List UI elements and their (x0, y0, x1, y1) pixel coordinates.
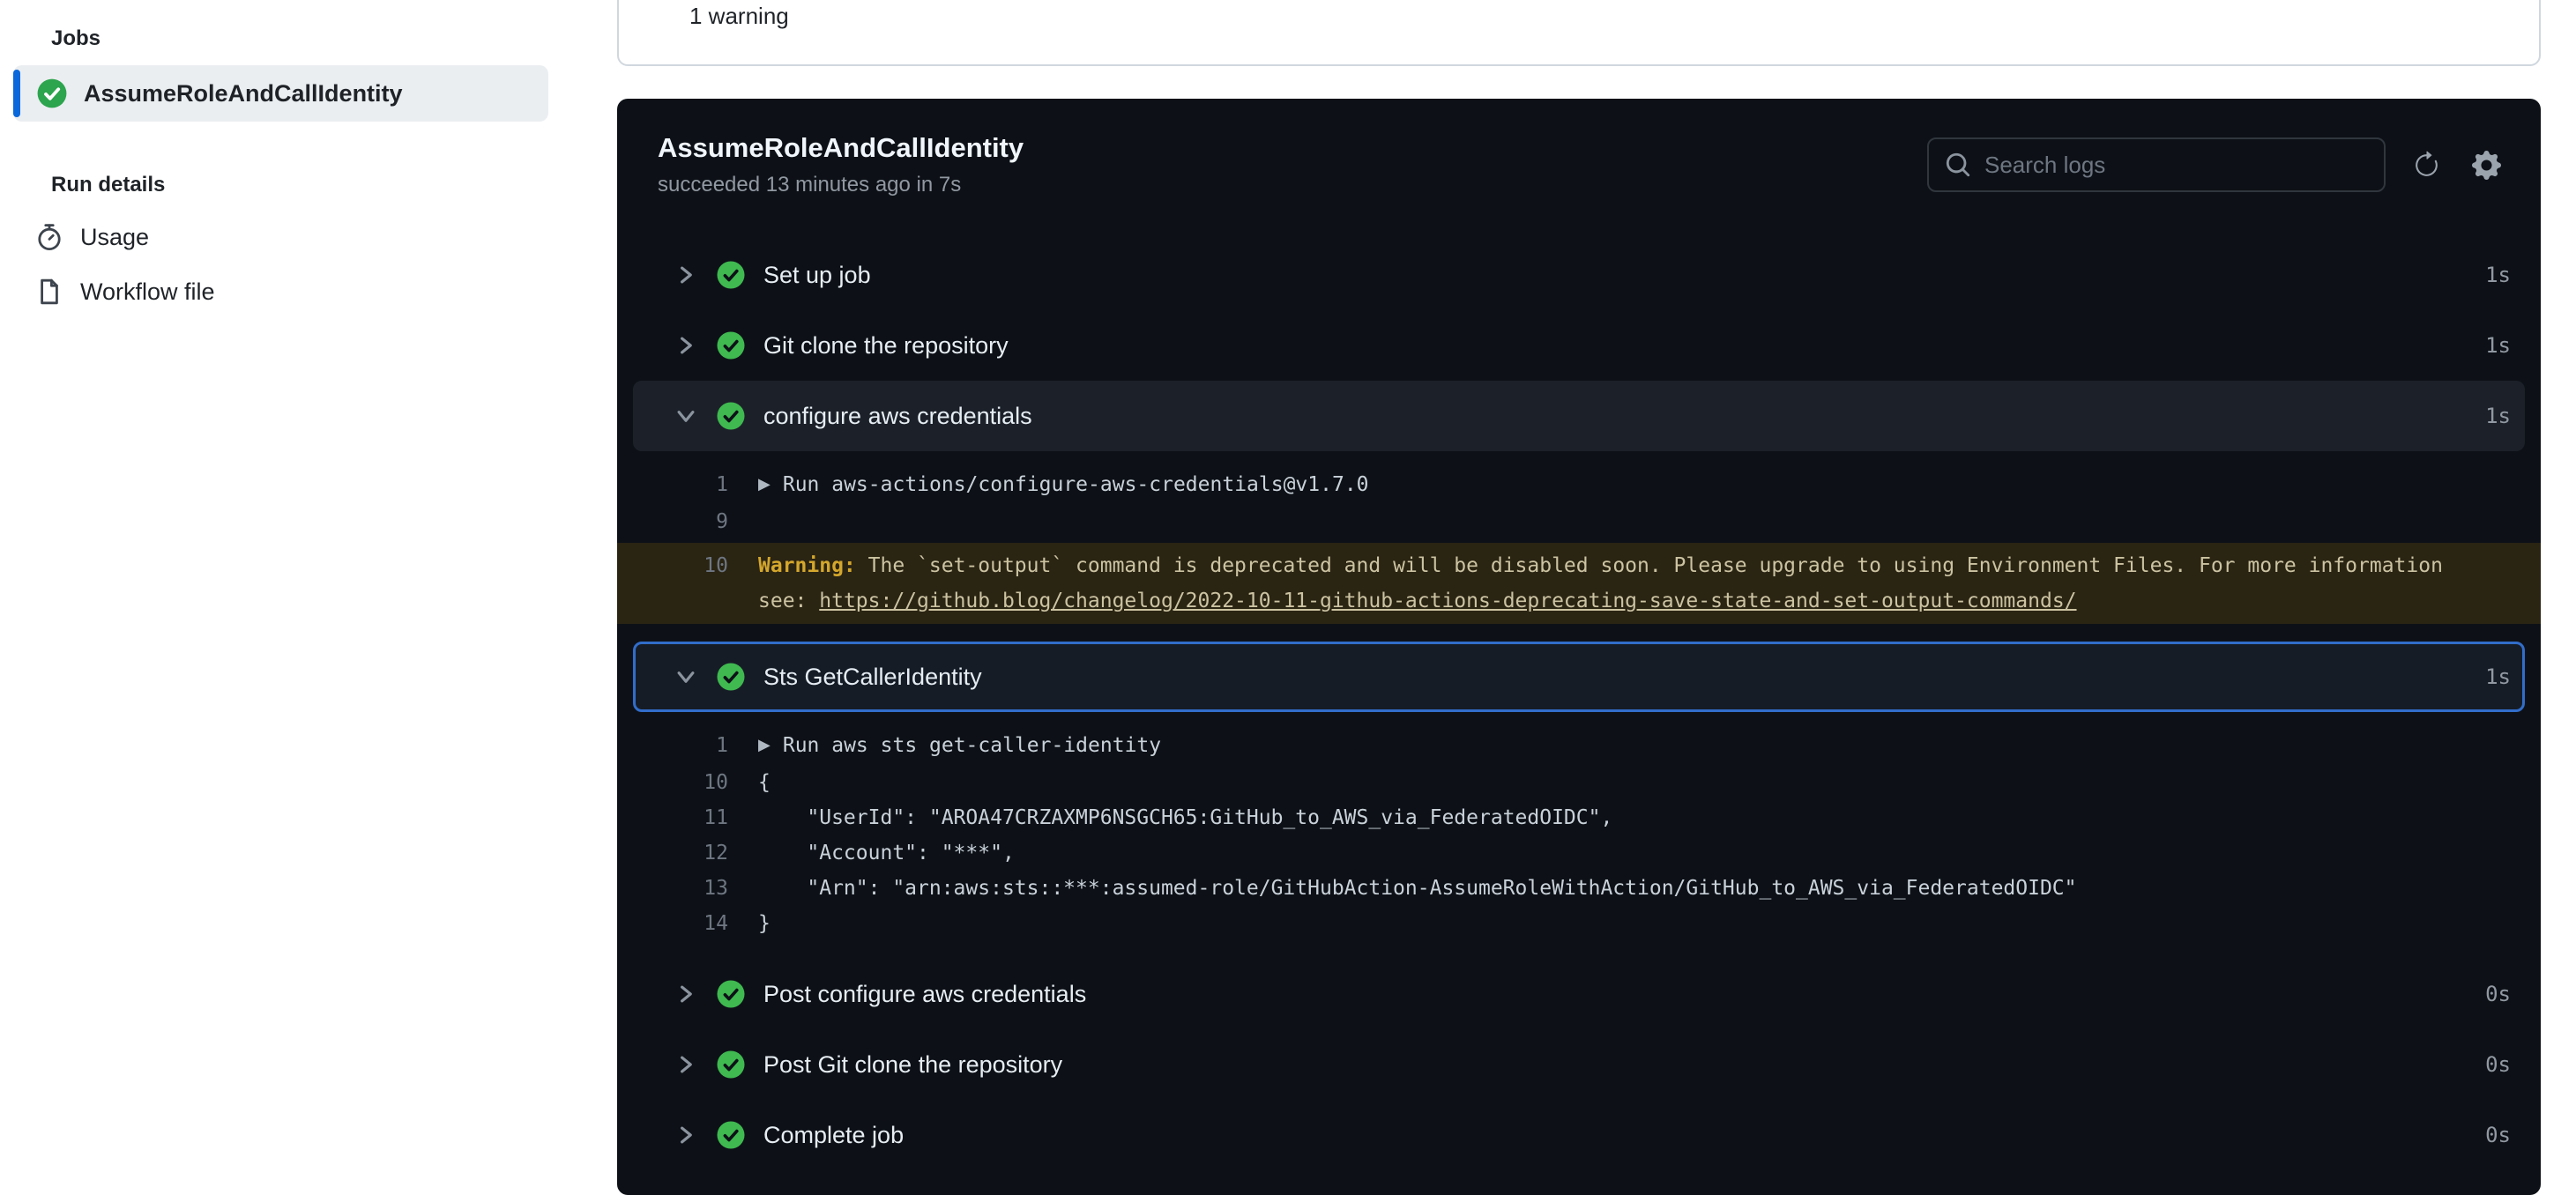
step-row-complete-job[interactable]: Complete job 0s (617, 1100, 2541, 1170)
step-name: Complete job (763, 1121, 905, 1148)
nav-label-usage: Usage (80, 223, 150, 250)
main-content: 1 warning AssumeRoleAndCallIdentity succ… (617, 0, 2541, 1202)
chevron-down-icon (674, 664, 698, 689)
chevron-down-icon (674, 404, 698, 428)
gear-icon (2471, 150, 2501, 180)
step-duration: 0s (2485, 982, 2511, 1006)
log-line-number[interactable]: 11 (617, 800, 728, 835)
annotations-summary-card: 1 warning (617, 0, 2541, 66)
log-line: 12 "Account": "***", (617, 835, 2541, 871)
log-text: } (758, 912, 771, 935)
refresh-logs-button[interactable] (2407, 145, 2446, 184)
warnings-count-label: 1 warning (689, 3, 789, 29)
step-log-output: 1 ▶ Run aws-actions/configure-aws-credenti… (617, 451, 2541, 642)
log-text: "Arn": "arn:aws:sts::***:assumed-role/Gi… (758, 877, 2077, 900)
log-line: 1 ▶ Run aws-actions/configure-aws-credenti… (617, 467, 2541, 504)
step-list: Set up job 1s Git clone the repository 1… (617, 220, 2541, 1170)
chevron-right-icon (674, 1052, 698, 1077)
check-circle-icon (716, 330, 746, 360)
step-duration: 1s (2485, 404, 2511, 428)
step-row-post-git-clone[interactable]: Post Git clone the repository 0s (617, 1029, 2541, 1100)
check-circle-icon (716, 401, 746, 431)
step-row-post-configure-aws-credentials[interactable]: Post configure aws credentials 0s (617, 959, 2541, 1029)
refresh-icon (2415, 151, 2438, 176)
log-line: 1 ▶ Run aws sts get-caller-identity (617, 728, 2541, 765)
log-line-number[interactable]: 1 (617, 728, 728, 765)
step-duration: 0s (2485, 1123, 2511, 1147)
log-line: 10 { (617, 765, 2541, 800)
jobs-section-header: Jobs (51, 26, 101, 50)
job-name: AssumeRoleAndCallIdentity (84, 79, 403, 107)
log-line-number[interactable]: 12 (617, 835, 728, 871)
check-circle-icon (716, 662, 746, 692)
selected-accent-bar (13, 70, 20, 117)
warning-text: Warning: The `set-output` command is dep… (758, 554, 2443, 612)
chevron-right-icon (674, 333, 698, 358)
log-text: ▶ Run aws sts get-caller-identity (758, 734, 1162, 757)
check-circle-icon (716, 1120, 746, 1150)
warning-label: Warning: (758, 554, 856, 577)
step-duration: 1s (2485, 263, 2511, 287)
step-row-sts-getcalleridentity[interactable]: Sts GetCallerIdentity 1s (633, 642, 2525, 712)
log-line: 13 "Arn": "arn:aws:sts::***:assumed-role… (617, 871, 2541, 906)
sidebar-item-usage[interactable]: Usage (0, 210, 582, 264)
log-line-number[interactable]: 10 (617, 765, 728, 800)
sidebar-item-workflow-file[interactable]: Workflow file (0, 264, 582, 319)
search-logs-input[interactable] (1984, 151, 2368, 179)
log-line-number[interactable]: 9 (617, 504, 728, 539)
log-text: ▶ Run aws-actions/configure-aws-credentia… (758, 473, 1369, 496)
log-text: "UserId": "AROA47CRZAXMP6NSGCH65:GitHub_… (758, 806, 1613, 829)
log-line: 11 "UserId": "AROA47CRZAXMP6NSGCH65:GitH… (617, 800, 2541, 835)
log-line-number[interactable]: 1 (617, 467, 728, 504)
chevron-right-icon (674, 982, 698, 1006)
step-duration: 0s (2485, 1052, 2511, 1077)
step-duration: 1s (2485, 333, 2511, 358)
check-circle-icon (716, 1050, 746, 1080)
run-details-header: Run details (51, 173, 166, 197)
log-text: "Account": "***", (758, 842, 1015, 864)
group-toggle-icon[interactable]: ▶ (758, 475, 771, 493)
log-line-number[interactable]: 13 (617, 871, 728, 906)
step-row-configure-aws-credentials[interactable]: configure aws credentials 1s (633, 381, 2525, 451)
check-circle-icon (716, 979, 746, 1009)
log-panel-header: AssumeRoleAndCallIdentity succeeded 13 m… (617, 99, 2541, 220)
chevron-right-icon (674, 263, 698, 287)
log-search-box[interactable] (1927, 137, 2386, 192)
warning-log-line: 10 Warning: The `set-output` command is d… (617, 543, 2541, 624)
step-name: Sts GetCallerIdentity (763, 663, 982, 690)
job-log-panel: AssumeRoleAndCallIdentity succeeded 13 m… (617, 99, 2541, 1195)
warning-link[interactable]: https://github.blog/changelog/2022-10-11… (819, 590, 2076, 612)
step-name: Post configure aws credentials (763, 980, 1087, 1007)
log-line: 9 (617, 504, 2541, 539)
step-row-git-clone[interactable]: Git clone the repository 1s (617, 310, 2541, 381)
chevron-right-icon (674, 1123, 698, 1147)
stopwatch-icon (35, 223, 63, 251)
search-icon (1946, 152, 1970, 177)
step-name: Post Git clone the repository (763, 1050, 1063, 1078)
sidebar-job-item[interactable]: AssumeRoleAndCallIdentity (13, 65, 548, 122)
step-log-output: 1 ▶ Run aws sts get-caller-identity 10 { 11… (617, 712, 2541, 959)
group-toggle-icon[interactable]: ▶ (758, 736, 771, 754)
job-header-info: AssumeRoleAndCallIdentity succeeded 13 m… (658, 132, 1024, 197)
step-name: configure aws credentials (763, 402, 1032, 429)
step-duration: 1s (2485, 664, 2511, 689)
log-line-number[interactable]: 14 (617, 906, 728, 941)
log-text: { (758, 771, 771, 794)
job-status-subtitle: succeeded 13 minutes ago in 7s (658, 173, 962, 197)
step-name: Set up job (763, 261, 871, 288)
job-success-check-circle-icon (36, 78, 68, 109)
check-circle-icon (716, 260, 746, 290)
log-panel-controls (1927, 137, 2505, 192)
workflow-file-icon (35, 278, 63, 306)
job-title: AssumeRoleAndCallIdentity (658, 132, 1024, 163)
log-line-number[interactable]: 10 (617, 548, 728, 619)
nav-label-workflow-file: Workflow file (80, 278, 215, 305)
sidebar: Jobs AssumeRoleAndCallIdentity Run detai… (0, 0, 582, 1202)
step-row-set-up-job[interactable]: Set up job 1s (617, 240, 2541, 310)
log-line: 14} (617, 906, 2541, 941)
log-settings-button[interactable] (2467, 145, 2505, 184)
step-name: Git clone the repository (763, 331, 1009, 359)
